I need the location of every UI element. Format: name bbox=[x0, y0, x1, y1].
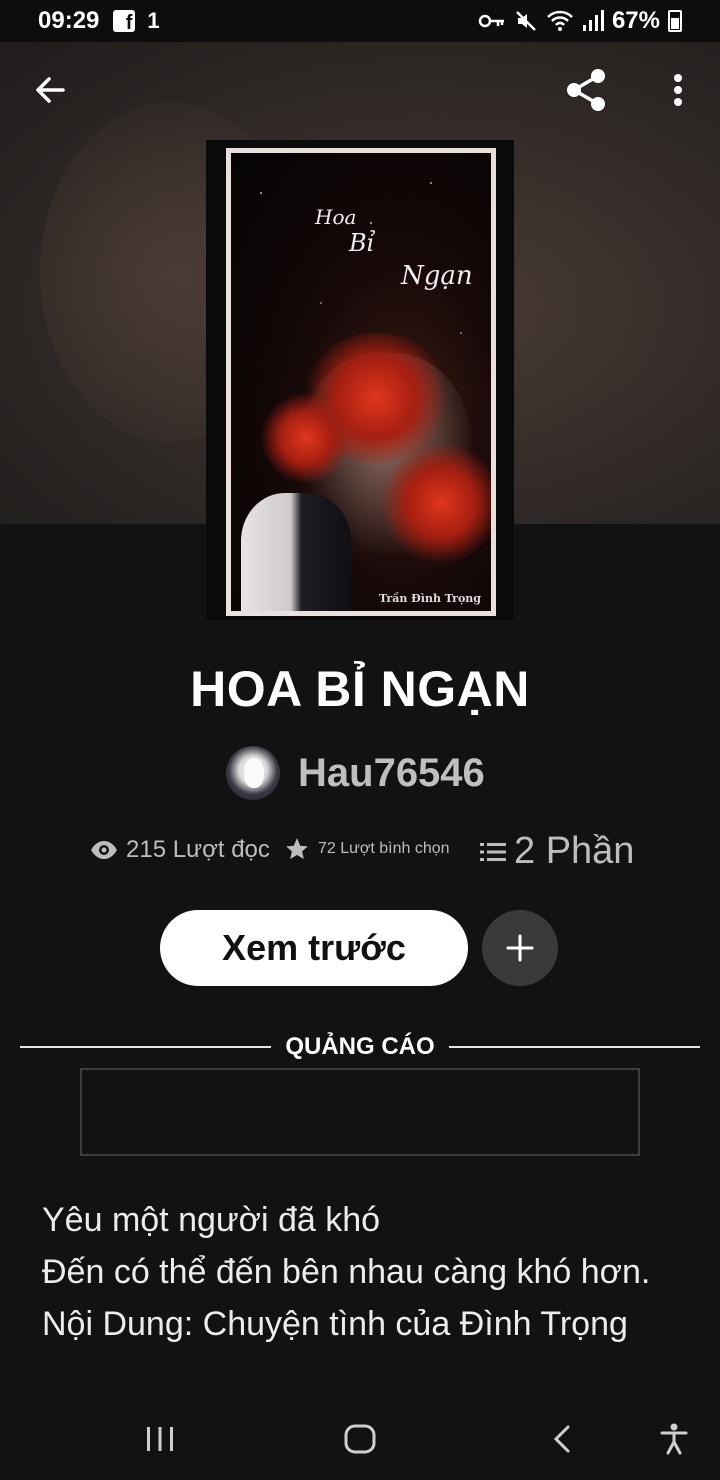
cover-script-title-1: Hoa bbox=[315, 205, 357, 229]
cover-art: Hoa Bỉ Ngạn Trần Đình Trọng bbox=[226, 148, 496, 616]
story-title: HOA BỈ NGẠN bbox=[190, 661, 530, 717]
description-line: Yêu một người đã khó bbox=[42, 1201, 381, 1239]
battery-icon bbox=[668, 10, 682, 32]
cover-flower bbox=[261, 393, 351, 483]
share-icon[interactable] bbox=[562, 66, 610, 114]
signal-icon bbox=[582, 10, 604, 31]
reads-stat: 215 Lượt đọc bbox=[90, 836, 270, 864]
description-line: Đến có thể đến bên nhau càng khó hơn. bbox=[42, 1253, 651, 1291]
status-time: 09:29 bbox=[38, 7, 100, 34]
votes-count: 72 Lượt bình chọn bbox=[318, 840, 450, 857]
parts-count[interactable]: 2 Phần bbox=[514, 830, 634, 873]
home-icon[interactable] bbox=[330, 1398, 390, 1480]
parts-stat[interactable]: 2 Phần bbox=[480, 830, 634, 873]
wifi-icon bbox=[547, 10, 573, 31]
star-icon bbox=[286, 838, 308, 859]
key-icon bbox=[478, 14, 504, 28]
ad-header: QUẢNG CÁO bbox=[20, 1030, 700, 1064]
cover-script-title-3: Ngạn bbox=[401, 261, 473, 291]
notification-count: 1 bbox=[147, 8, 160, 33]
preview-button[interactable]: Xem trước bbox=[160, 910, 468, 986]
eye-icon bbox=[91, 841, 117, 859]
author-link[interactable]: Hau76546 bbox=[226, 746, 485, 800]
recent-apps-icon[interactable] bbox=[130, 1398, 190, 1480]
cover-flower bbox=[381, 443, 491, 563]
ad-slot[interactable] bbox=[80, 1068, 640, 1156]
cover-side-text bbox=[241, 163, 301, 343]
arrow-left-icon[interactable] bbox=[26, 66, 74, 114]
battery-percent: 67% bbox=[611, 7, 660, 34]
facebook-icon bbox=[113, 10, 136, 35]
cover-credit: Trần Đình Trọng bbox=[379, 592, 481, 605]
author-name[interactable]: Hau76546 bbox=[298, 751, 485, 796]
plus-icon bbox=[506, 934, 534, 962]
story-stats: 215 Lượt đọc 72 Lượt bình chọn 2 Phần bbox=[90, 830, 650, 880]
list-icon bbox=[480, 842, 506, 861]
cover-couple-art bbox=[241, 493, 351, 611]
book-cover[interactable]: Hoa Bỉ Ngạn Trần Đình Trọng bbox=[206, 140, 514, 620]
divider bbox=[448, 1046, 700, 1048]
cover-script-title-2: Bỉ bbox=[349, 229, 375, 257]
back-chevron-icon[interactable] bbox=[532, 1398, 592, 1480]
reads-count: 215 Lượt đọc bbox=[126, 836, 270, 863]
description-line: Nội Dung: Chuyện tình của Đình Trọng bbox=[42, 1305, 628, 1343]
more-vert-icon[interactable] bbox=[654, 66, 702, 114]
accessibility-icon[interactable] bbox=[644, 1398, 704, 1480]
add-to-library-button[interactable] bbox=[482, 910, 558, 986]
mute-icon bbox=[516, 11, 536, 31]
status-bar: 09:29 1 67% bbox=[0, 0, 720, 42]
votes-stat: 72 Lượt bình chọn bbox=[284, 836, 450, 862]
divider bbox=[20, 1046, 272, 1048]
ad-label: QUẢNG CÁO bbox=[285, 1033, 435, 1060]
avatar[interactable] bbox=[226, 746, 280, 800]
status-indicators: 67% bbox=[478, 7, 682, 35]
story-description: Yêu một người đã khó Đến có thể đến bên … bbox=[42, 1194, 692, 1350]
system-nav-bar bbox=[0, 1398, 720, 1480]
